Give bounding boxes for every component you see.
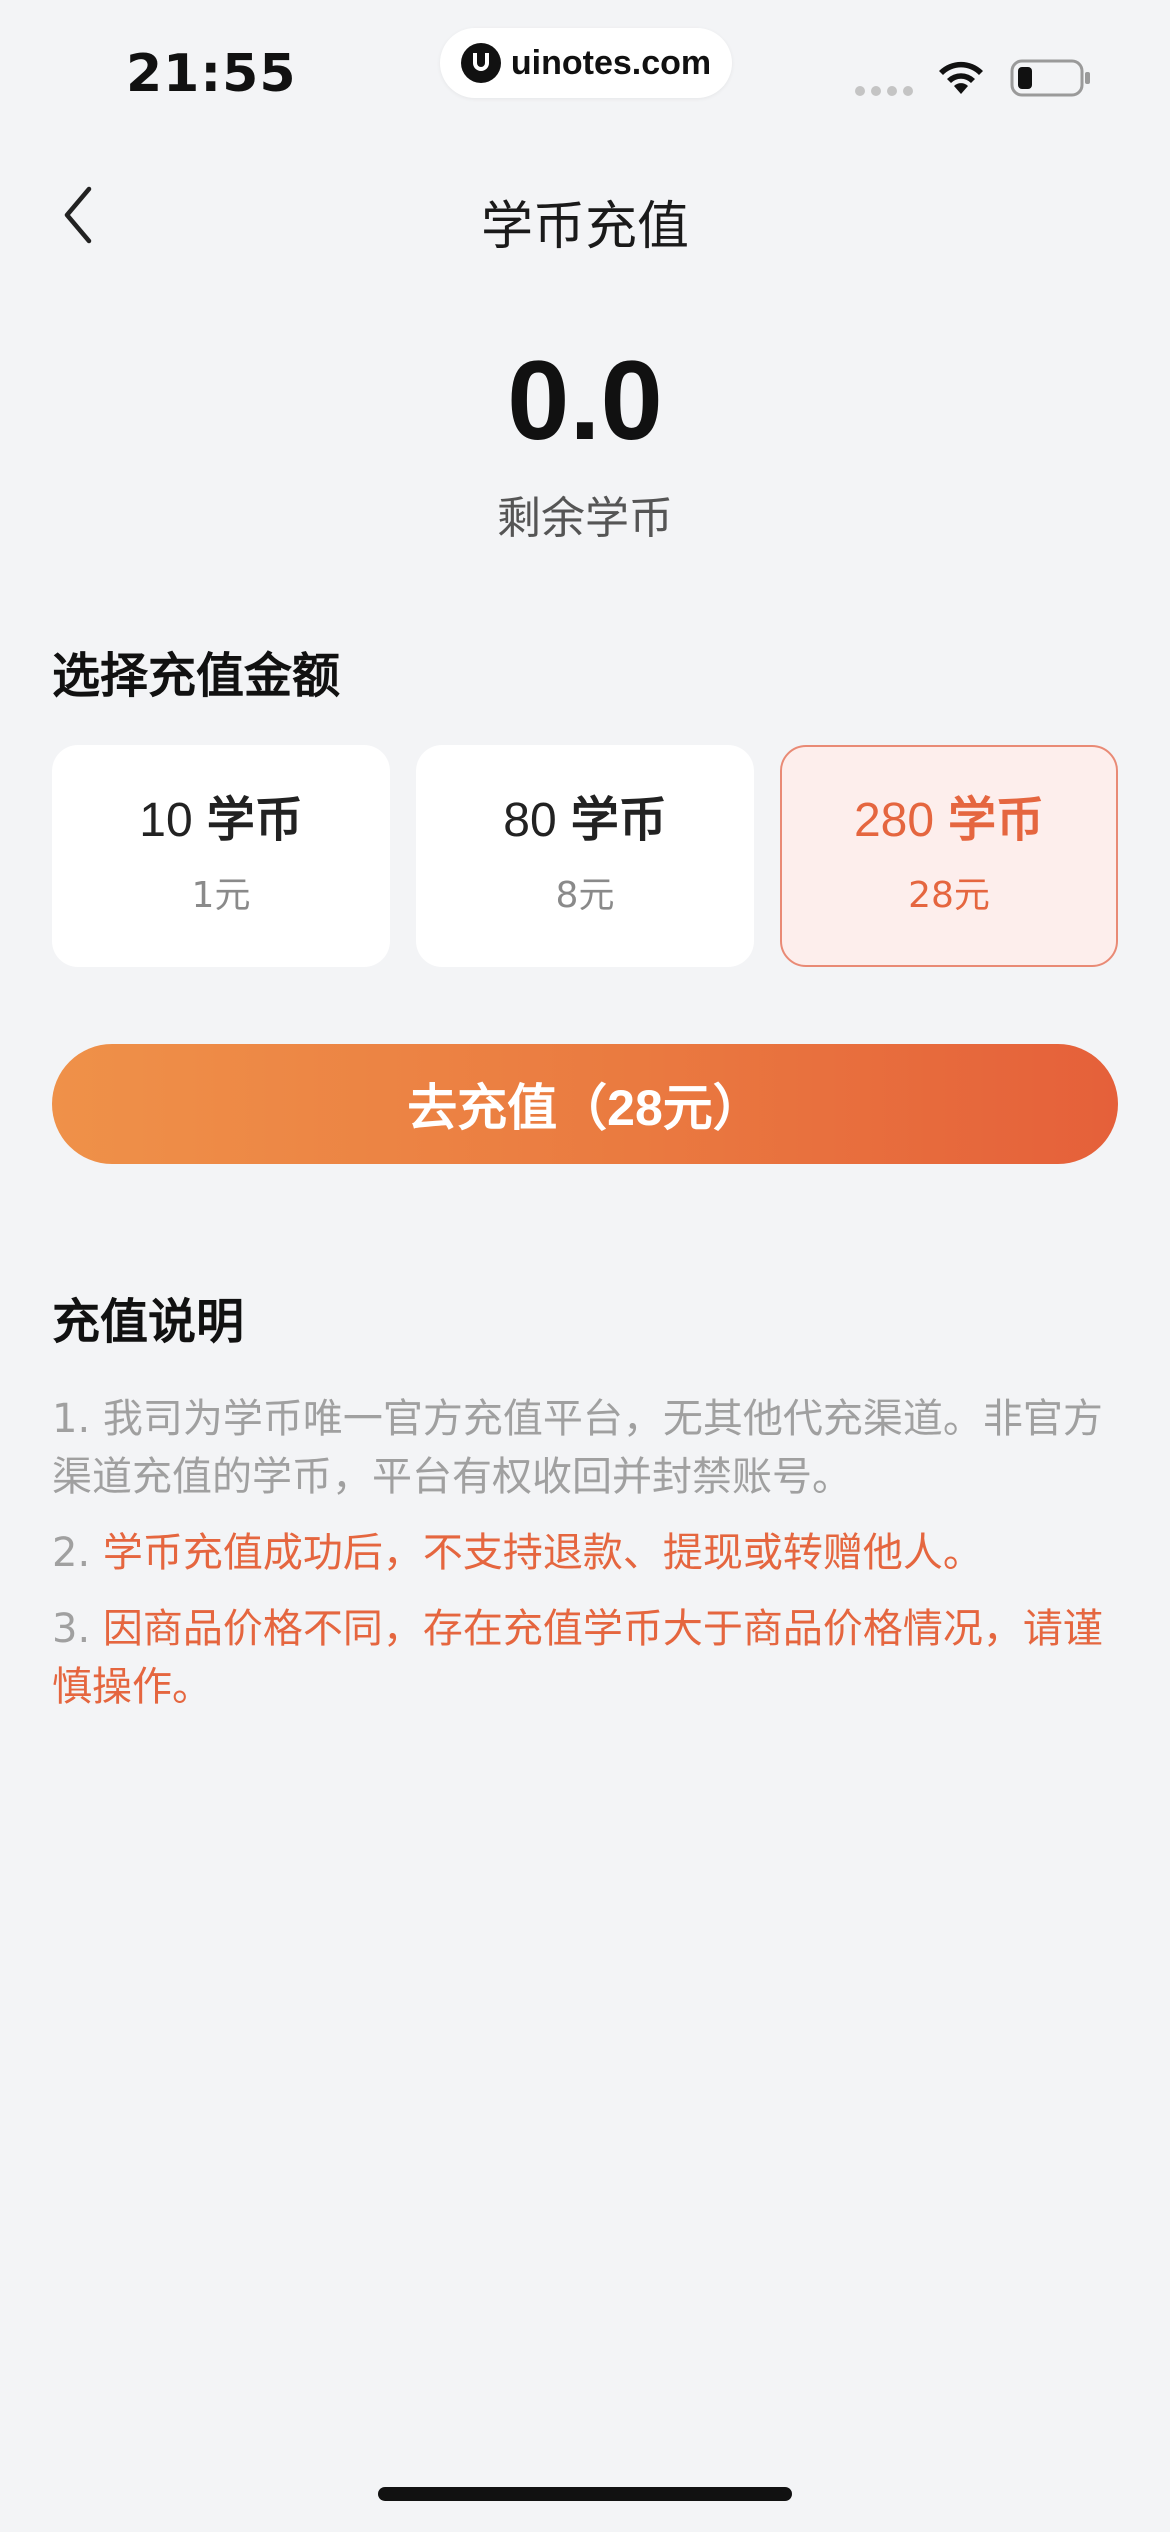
recharge-button[interactable]: 去充值（28元） bbox=[52, 1044, 1118, 1164]
balance-label: 剩余学币 bbox=[497, 493, 673, 544]
signal-dots-icon bbox=[855, 86, 913, 96]
option-unit: 学币 bbox=[206, 792, 303, 849]
option-coins: 80 学币 bbox=[503, 794, 666, 848]
note-text: 因商品价格不同，存在充值学币大于商品价格情况，请谨慎操作。 bbox=[52, 1606, 1103, 1710]
home-indicator[interactable] bbox=[378, 2487, 792, 2501]
option-amount: 280 bbox=[853, 794, 935, 848]
page-title: 学币充值 bbox=[480, 197, 689, 257]
battery-icon bbox=[1010, 59, 1090, 97]
note-number: 1. bbox=[52, 1396, 91, 1442]
note-number: 3. bbox=[52, 1606, 91, 1652]
status-bar: 21:55 uinotes.com bbox=[0, 0, 1170, 140]
status-time: 21:55 bbox=[126, 44, 297, 104]
amount-options: 10 学币 1元 80 学币 8元 280 学币 28元 bbox=[52, 745, 1118, 967]
option-coins: 280 学币 bbox=[854, 794, 1044, 848]
note-item: 2. 学币充值成功后，不支持退款、提现或转赠他人。 bbox=[52, 1524, 1118, 1582]
option-amount: 10 bbox=[139, 794, 193, 848]
option-unit: 学币 bbox=[570, 792, 667, 849]
option-amount: 80 bbox=[503, 794, 557, 848]
amount-option-10[interactable]: 10 学币 1元 bbox=[52, 745, 390, 967]
watermark-logo-icon bbox=[460, 43, 501, 83]
wifi-icon bbox=[939, 61, 983, 94]
watermark-text: uinotes.com bbox=[510, 43, 712, 82]
note-item: 3. 因商品价格不同，存在充值学币大于商品价格情况，请谨慎操作。 bbox=[52, 1600, 1118, 1716]
note-item: 1. 我司为学币唯一官方充值平台，无其他代充渠道。非官方渠道充值的学币，平台有权… bbox=[52, 1390, 1118, 1506]
nav-bar: 学币充值 bbox=[0, 160, 1170, 270]
note-number: 2. bbox=[52, 1530, 91, 1576]
option-price: 8元 bbox=[555, 874, 615, 916]
amount-section-title: 选择充值金额 bbox=[52, 648, 341, 704]
amount-option-80[interactable]: 80 学币 8元 bbox=[416, 745, 754, 967]
option-unit: 学币 bbox=[948, 792, 1045, 849]
notes-list: 1. 我司为学币唯一官方充值平台，无其他代充渠道。非官方渠道充值的学币，平台有权… bbox=[52, 1390, 1118, 1734]
option-coins: 10 学币 bbox=[139, 794, 302, 848]
note-text: 学币充值成功后，不支持退款、提现或转赠他人。 bbox=[102, 1530, 983, 1576]
amount-option-280[interactable]: 280 学币 28元 bbox=[780, 745, 1118, 967]
notes-title: 充值说明 bbox=[52, 1294, 245, 1350]
watermark: uinotes.com bbox=[440, 28, 732, 98]
option-price: 28元 bbox=[908, 874, 990, 916]
balance-value: 0.0 bbox=[507, 338, 663, 463]
option-price: 1元 bbox=[191, 874, 251, 916]
note-text: 我司为学币唯一官方充值平台，无其他代充渠道。非官方渠道充值的学币，平台有权收回并… bbox=[52, 1396, 1103, 1500]
